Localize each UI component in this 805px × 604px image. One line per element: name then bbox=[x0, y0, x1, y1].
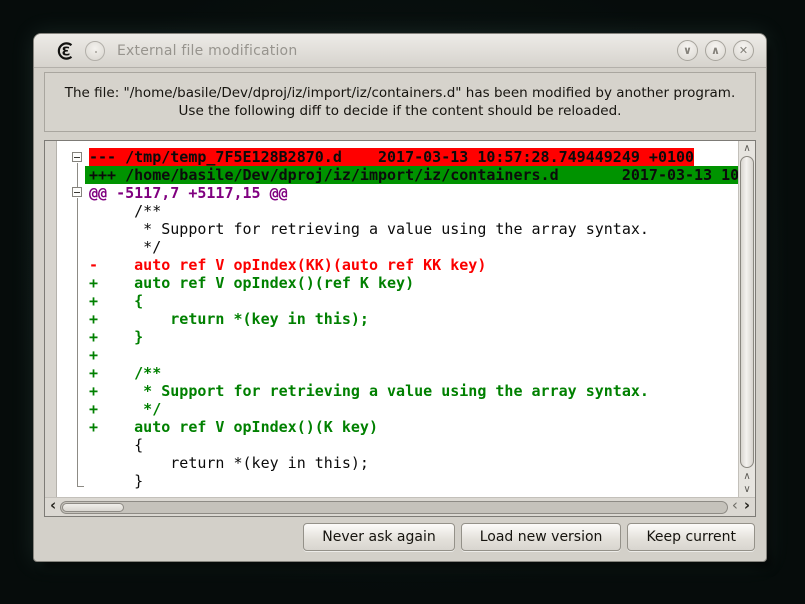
vertical-scrollbar-track[interactable] bbox=[739, 155, 755, 470]
diff-line: @@ -5117,7 +5117,15 @@ bbox=[85, 184, 738, 202]
minimize-icon: ∨ bbox=[683, 45, 692, 56]
fold-connector-line bbox=[77, 163, 78, 187]
diff-line: - auto ref V opIndex(KK)(auto ref KK key… bbox=[85, 256, 738, 274]
window-menu-button[interactable] bbox=[85, 41, 105, 61]
scroll-right-icon[interactable]: › bbox=[742, 498, 752, 516]
fold-margin bbox=[57, 141, 85, 497]
close-icon: ✕ bbox=[739, 45, 748, 56]
vertical-scrollbar[interactable]: ∧ ∧ ∨ bbox=[738, 141, 755, 497]
diff-line: + return *(key in this); bbox=[85, 310, 738, 328]
scroll-down-icon[interactable]: ∨ bbox=[739, 483, 755, 496]
maximize-button[interactable]: ∧ bbox=[705, 40, 726, 61]
external-file-modification-dialog: Ɛ External file modification ∨ ∧ ✕ The f… bbox=[33, 33, 767, 562]
horizontal-scrollbar-thumb[interactable] bbox=[62, 503, 124, 512]
diff-line: + { bbox=[85, 292, 738, 310]
diff-line: + */ bbox=[85, 400, 738, 418]
close-button[interactable]: ✕ bbox=[733, 40, 754, 61]
diff-line: --- /tmp/temp_7F5E128B2870.d 2017-03-13 … bbox=[85, 148, 738, 166]
scroll-left-secondary-icon[interactable]: ‹ bbox=[730, 498, 740, 516]
desktop-background: Ɛ External file modification ∨ ∧ ✕ The f… bbox=[0, 0, 805, 604]
diff-line: } bbox=[85, 472, 738, 490]
load-new-version-button[interactable]: Load new version bbox=[461, 523, 622, 551]
scroll-up-secondary-icon[interactable]: ∧ bbox=[739, 470, 755, 483]
horizontal-scrollbar[interactable]: ‹ ‹ › bbox=[45, 497, 755, 516]
diff-line: + auto ref V opIndex()(K key) bbox=[85, 418, 738, 436]
message-line-2: Use the following diff to decide if the … bbox=[179, 103, 622, 119]
scroll-up-icon[interactable]: ∧ bbox=[739, 142, 755, 155]
diff-lines[interactable]: --- /tmp/temp_7F5E128B2870.d 2017-03-13 … bbox=[85, 141, 738, 497]
fold-end-tick bbox=[77, 486, 84, 487]
vertical-scrollbar-thumb[interactable] bbox=[740, 156, 754, 468]
dialog-body: The file: "/home/basile/Dev/dproj/iz/imp… bbox=[34, 68, 766, 557]
diff-line: + auto ref V opIndex()(ref K key) bbox=[85, 274, 738, 292]
window-title: External file modification bbox=[114, 43, 668, 59]
diff-line: + } bbox=[85, 328, 738, 346]
maximize-icon: ∧ bbox=[711, 45, 720, 56]
diff-gutter bbox=[45, 141, 57, 497]
minimize-button[interactable]: ∨ bbox=[677, 40, 698, 61]
diff-main-area: --- /tmp/temp_7F5E128B2870.d 2017-03-13 … bbox=[45, 141, 755, 497]
window-controls: ∨ ∧ ✕ bbox=[677, 40, 754, 61]
diff-line: { bbox=[85, 436, 738, 454]
fold-connector-line bbox=[77, 198, 78, 486]
diff-line: +++ /home/basile/Dev/dproj/iz/import/iz/… bbox=[85, 166, 738, 184]
fold-collapse-icon[interactable] bbox=[72, 187, 82, 197]
diff-line: + bbox=[85, 346, 738, 364]
diff-line: * Support for retrieving a value using t… bbox=[85, 220, 738, 238]
diff-line: /** bbox=[85, 202, 738, 220]
keep-current-button[interactable]: Keep current bbox=[627, 523, 755, 551]
svg-text:Ɛ: Ɛ bbox=[62, 43, 71, 58]
diff-line: return *(key in this); bbox=[85, 454, 738, 472]
diff-view: --- /tmp/temp_7F5E128B2870.d 2017-03-13 … bbox=[44, 140, 756, 517]
horizontal-scrollbar-track[interactable] bbox=[60, 501, 728, 514]
fold-collapse-icon[interactable] bbox=[72, 152, 82, 162]
message-panel: The file: "/home/basile/Dev/dproj/iz/imp… bbox=[44, 72, 756, 132]
button-row: Never ask again Load new version Keep cu… bbox=[44, 523, 756, 551]
diff-line: + /** bbox=[85, 364, 738, 382]
message-line-1: The file: "/home/basile/Dev/dproj/iz/imp… bbox=[65, 85, 736, 101]
titlebar[interactable]: Ɛ External file modification ∨ ∧ ✕ bbox=[34, 34, 766, 68]
coedit-logo-icon: Ɛ bbox=[56, 41, 76, 61]
never-ask-again-button[interactable]: Never ask again bbox=[303, 523, 454, 551]
scroll-left-icon[interactable]: ‹ bbox=[48, 498, 58, 516]
diff-line: + * Support for retrieving a value using… bbox=[85, 382, 738, 400]
diff-line: */ bbox=[85, 238, 738, 256]
